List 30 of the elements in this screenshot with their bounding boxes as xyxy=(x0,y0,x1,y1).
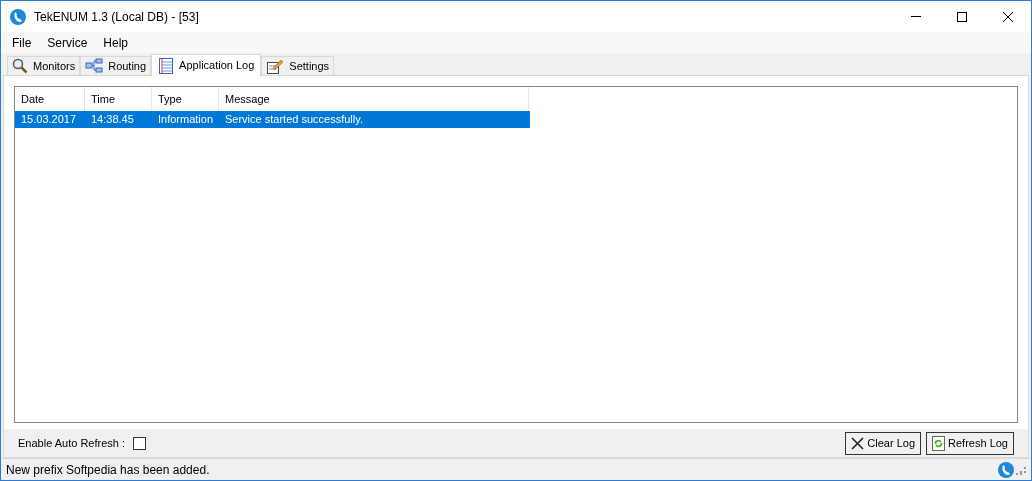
toolbar-button[interactable]: Clear Log xyxy=(845,431,922,455)
table-cell-text: 15.03.2017 xyxy=(20,112,78,128)
minimize-icon xyxy=(911,16,921,17)
close-icon xyxy=(1003,11,1013,22)
menu-item[interactable]: Service xyxy=(39,33,96,52)
table-cell-text: Service started successfully. xyxy=(224,112,364,128)
refresh-document-icon xyxy=(932,435,946,451)
auto-refresh-checkbox[interactable] xyxy=(133,436,146,450)
app-icon xyxy=(10,8,26,25)
auto-refresh-label: Enable Auto Refresh : xyxy=(18,435,125,451)
maximize-icon xyxy=(957,11,967,22)
table-cell-text: Information xyxy=(157,112,215,128)
log-list[interactable]: Date Time Type Message 15.03.2017 14:38.45 Information Service started successfully. xyxy=(14,86,1018,423)
tab[interactable]: Routing xyxy=(80,56,152,75)
resize-grip-icon[interactable] xyxy=(1016,464,1026,475)
status-text: New prefix Softpedia has been added. xyxy=(6,461,210,479)
tab[interactable]: Monitors xyxy=(7,56,81,75)
log-row[interactable]: 15.03.2017 14:38.45 Information Service started successfully. xyxy=(15,111,530,128)
window-title: TekENUM 1.3 (Local DB) - [53] xyxy=(34,8,199,26)
x-icon xyxy=(851,436,865,450)
list-icon xyxy=(158,57,175,74)
tab[interactable]: Settings xyxy=(261,56,335,75)
status-icon xyxy=(998,461,1014,478)
tab[interactable]: Application Log xyxy=(151,54,262,76)
magnifier-icon xyxy=(12,58,28,74)
toolbar-button[interactable]: Refresh Log xyxy=(926,431,1014,455)
table-cell-text: 14:38.45 xyxy=(90,112,135,128)
network-icon xyxy=(85,58,104,74)
menu-item[interactable]: File xyxy=(4,33,40,52)
menu-item[interactable]: Help xyxy=(95,33,137,52)
